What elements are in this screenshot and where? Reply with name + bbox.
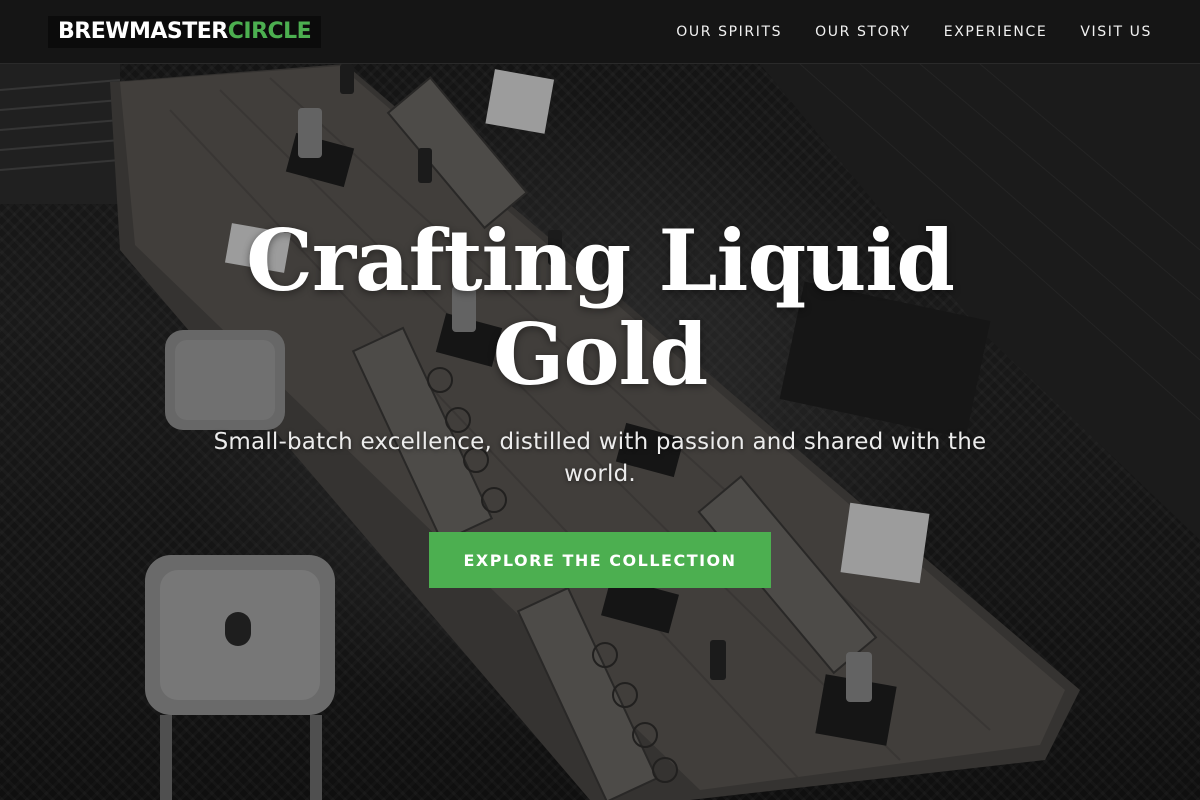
hero-title: Crafting Liquid Gold	[150, 214, 1050, 402]
hero-subtitle: Small-batch excellence, distilled with p…	[213, 429, 987, 487]
hero-section: Crafting Liquid Gold Small-batch excelle…	[0, 64, 1200, 800]
hero-title-line2: Gold	[492, 305, 708, 404]
nav-link-visit-us[interactable]: VISIT US	[1080, 24, 1152, 40]
nav-links: OUR SPIRITS OUR STORY EXPERIENCE VISIT U…	[676, 24, 1152, 40]
brand-logo[interactable]: BREWMASTER CIRCLE	[48, 15, 322, 48]
explore-collection-button[interactable]: EXPLORE THE COLLECTION	[429, 532, 771, 588]
hero-title-line1: Crafting Liquid	[246, 211, 955, 310]
nav-link-experience[interactable]: EXPERIENCE	[944, 24, 1048, 40]
top-navbar: BREWMASTER CIRCLE OUR SPIRITS OUR STORY E…	[0, 0, 1200, 64]
nav-link-our-spirits[interactable]: OUR SPIRITS	[676, 24, 782, 40]
nav-link-our-story[interactable]: OUR STORY	[815, 24, 911, 40]
brand-name-part1: BREWMASTER	[58, 19, 228, 44]
brand-name-part2: CIRCLE	[227, 19, 312, 44]
